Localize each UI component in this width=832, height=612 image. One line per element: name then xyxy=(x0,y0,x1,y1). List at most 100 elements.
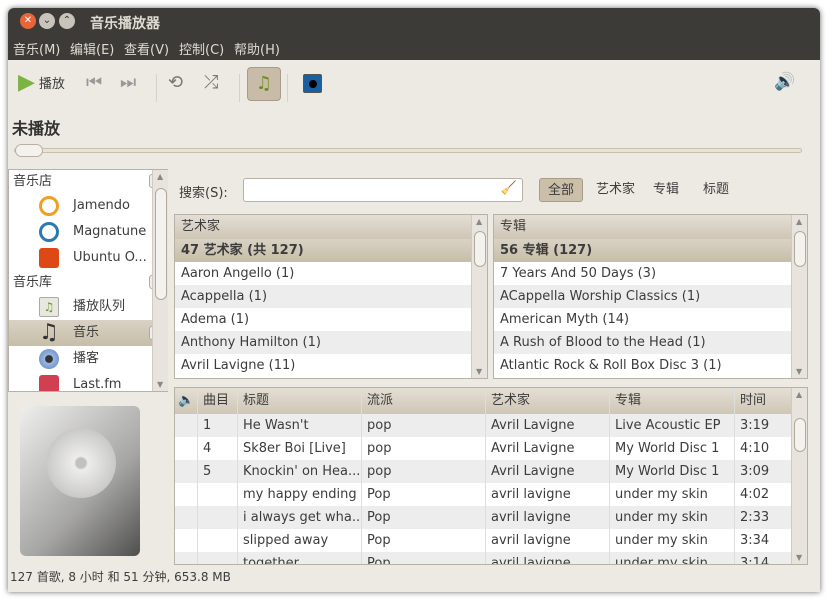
menu-control[interactable]: 控制(C) xyxy=(179,39,224,58)
search-label: 搜索(S): xyxy=(179,186,228,201)
track-cell: Sk8er Boi [Live] xyxy=(238,437,362,460)
column-track-number[interactable]: 曲目 xyxy=(198,388,238,414)
album-list-item[interactable]: 56 专辑 (127) xyxy=(494,239,791,262)
lastfm-icon xyxy=(39,375,59,391)
track-cell: 4:10 xyxy=(740,441,770,456)
sidebar-item-lastfm[interactable]: Last.fm xyxy=(9,372,167,391)
seek-slider[interactable] xyxy=(14,144,802,157)
sidebar-item-music[interactable]: ♫音乐+ xyxy=(9,320,167,346)
maximize-button[interactable]: ⌃ xyxy=(59,13,75,29)
separator xyxy=(239,74,240,102)
visualization-button[interactable] xyxy=(303,74,322,93)
track-cell xyxy=(198,506,238,529)
play-button[interactable]: ▶ 播放 xyxy=(18,70,65,95)
track-cell: My World Disc 1 xyxy=(610,437,735,460)
cd-icon xyxy=(46,428,116,498)
sidebar-item-jamendo[interactable]: Jamendo xyxy=(9,193,167,219)
track-cell: 3:09 xyxy=(740,464,770,479)
column-time[interactable]: 时间 xyxy=(735,388,790,414)
artist-browser: 艺术家 47 艺术家 (共 127) Aaron Angello (1) Acapp… xyxy=(174,214,488,379)
playing-indicator-cell xyxy=(175,506,198,529)
track-cell: He Wasn't xyxy=(238,414,362,437)
filter-album-button[interactable]: 专辑 xyxy=(645,178,687,202)
next-button[interactable]: ⏭ xyxy=(120,72,136,93)
sidebar-item-play-queue[interactable]: ♫ 播放队列 xyxy=(9,294,167,320)
sidebar-scrollbar[interactable]: ▲ ▼ xyxy=(152,170,168,391)
album-scrollbar[interactable]: ▲ ▼ xyxy=(791,215,807,378)
sidebar-item-ubuntu-one[interactable]: Ubuntu O... xyxy=(9,245,167,271)
music-note-icon: ♫ xyxy=(39,320,59,345)
table-row[interactable]: together Pop avril lavigne under my skin 3:1… xyxy=(175,552,807,564)
column-genre[interactable]: 流派 xyxy=(362,388,486,414)
sidebar-item-magnatune[interactable]: Magnatune xyxy=(9,219,167,245)
table-row[interactable]: 1 He Wasn't pop Avril Lavigne Live Acoustic … xyxy=(175,414,807,437)
seek-handle[interactable] xyxy=(15,144,43,157)
table-row[interactable]: 4 Sk8er Boi [Live] pop Avril Lavigne My Worl… xyxy=(175,437,807,460)
album-list-item[interactable]: American Myth (14) xyxy=(494,308,791,331)
artist-column-header[interactable]: 艺术家 xyxy=(175,215,471,239)
source-list: 音乐店− Jamendo Magnatune Ubuntu O... 音乐库− … xyxy=(8,169,168,392)
playing-column-speaker-icon[interactable]: 🔈 xyxy=(175,388,198,414)
table-row[interactable]: 5 Knockin' on Hea... pop Avril Lavigne My Wo… xyxy=(175,460,807,483)
shuffle-button[interactable]: ⤮ xyxy=(204,72,218,93)
artist-list-item[interactable]: Adema (1) xyxy=(175,308,471,331)
track-cell: under my skin xyxy=(610,529,735,552)
artist-list-item[interactable]: 47 艺术家 (共 127) xyxy=(175,239,471,262)
sidebar-item-label: Jamendo xyxy=(73,198,130,213)
jamendo-icon xyxy=(39,196,59,216)
track-scrollbar[interactable]: ▲ ▼ xyxy=(791,388,807,564)
playing-indicator-cell xyxy=(175,437,198,460)
sidebar-item-podcasts[interactable]: 播客 xyxy=(9,346,167,372)
minimize-button[interactable]: ⌄ xyxy=(39,13,55,29)
browse-toggle-button[interactable]: ♫ xyxy=(247,67,281,101)
column-artist[interactable]: 艺术家 xyxy=(486,388,610,414)
track-cell: Live Acoustic EP xyxy=(610,414,735,437)
track-cell: 2:33 xyxy=(740,510,770,525)
menu-music[interactable]: 音乐(M) xyxy=(13,39,60,58)
now-playing-label: 未播放 xyxy=(12,119,61,138)
track-list-header: 🔈 曲目 标题 流派 艺术家 专辑 时间 xyxy=(175,388,807,414)
playing-indicator-cell xyxy=(175,460,198,483)
track-cell: together xyxy=(238,552,362,564)
table-row[interactable]: i always get wha... Pop avril lavigne under… xyxy=(175,506,807,529)
menu-help[interactable]: 帮助(H) xyxy=(234,39,280,58)
track-cell: pop xyxy=(362,437,486,460)
track-cell: avril lavigne xyxy=(486,529,610,552)
artist-list-item[interactable]: Acappella (1) xyxy=(175,285,471,308)
track-cell xyxy=(198,552,238,564)
artist-scrollbar[interactable]: ▲ ▼ xyxy=(471,215,487,378)
album-list-item[interactable]: A Rush of Blood to the Head (1) xyxy=(494,331,791,354)
filter-title-button[interactable]: 标题 xyxy=(695,178,737,202)
album-list-item[interactable]: Atlantic Rock & Roll Box Disc 3 (1) xyxy=(494,354,791,377)
volume-button[interactable]: 🔊 xyxy=(774,72,795,92)
library-header: 音乐库 xyxy=(13,275,53,290)
filter-artist-button[interactable]: 艺术家 xyxy=(588,178,643,202)
search-input[interactable]: 🧹 xyxy=(243,178,523,202)
playing-indicator-cell xyxy=(175,483,198,506)
previous-button[interactable]: ⏮ xyxy=(86,72,102,93)
podcast-icon xyxy=(39,349,59,369)
close-button[interactable]: ✕ xyxy=(20,13,36,29)
artist-list-item[interactable]: Avril Lavigne (11) xyxy=(175,354,471,377)
column-album[interactable]: 专辑 xyxy=(610,388,735,414)
artist-list-item[interactable]: Aaron Angello (1) xyxy=(175,262,471,285)
sidebar-item-label: 音乐 xyxy=(73,325,100,340)
track-cell: under my skin xyxy=(610,552,735,564)
menu-view[interactable]: 查看(V) xyxy=(124,39,169,58)
table-row[interactable]: my happy ending Pop avril lavigne under my … xyxy=(175,483,807,506)
column-title[interactable]: 标题 xyxy=(238,388,362,414)
album-list-item[interactable]: 7 Years And 50 Days (3) xyxy=(494,262,791,285)
store-header: 音乐店 xyxy=(13,174,53,189)
track-cell: 4:02 xyxy=(740,487,770,502)
filter-all-button[interactable]: 全部 xyxy=(539,178,584,202)
play-queue-icon: ♫ xyxy=(39,297,59,317)
album-column-header[interactable]: 专辑 xyxy=(494,215,791,239)
clear-search-icon: 🧹 xyxy=(500,181,517,196)
repeat-button[interactable]: ⟲ xyxy=(168,72,183,93)
sidebar-item-label: 播客 xyxy=(73,351,100,366)
menu-edit[interactable]: 编辑(E) xyxy=(70,39,114,58)
track-cell: Avril Lavigne xyxy=(486,460,610,483)
table-row[interactable]: slipped away Pop avril lavigne under my ski… xyxy=(175,529,807,552)
album-list-item[interactable]: ACappella Worship Classics (1) xyxy=(494,285,791,308)
artist-list-item[interactable]: Anthony Hamilton (1) xyxy=(175,331,471,354)
